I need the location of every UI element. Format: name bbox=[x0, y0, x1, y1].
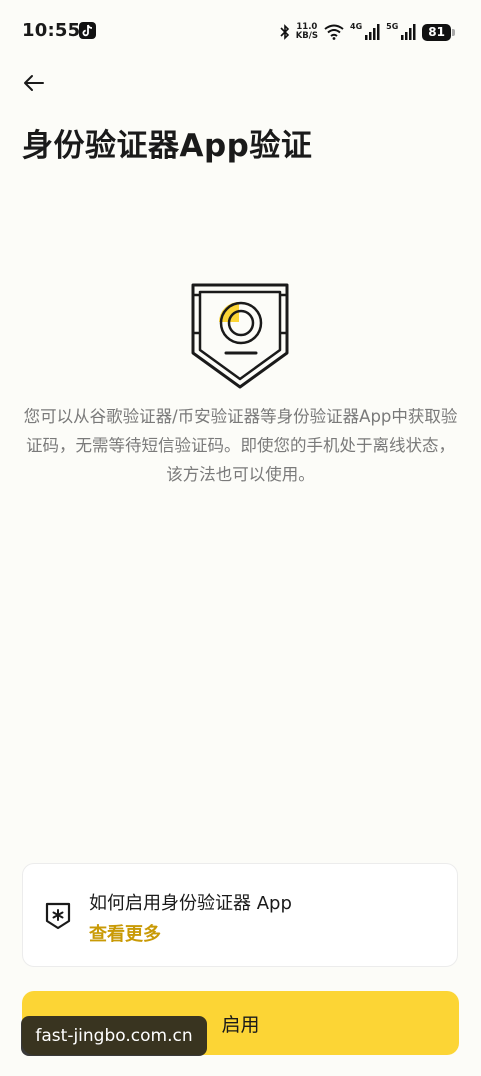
tiktok-icon bbox=[79, 22, 96, 39]
signal-1-icon bbox=[365, 24, 380, 40]
description-text: 您可以从谷歌验证器/币安验证器等身份验证器App中获取验证码，无需等待短信验证码… bbox=[23, 407, 458, 484]
battery-indicator: 81 bbox=[422, 23, 455, 41]
watermark-overlay: fast-jingbo.com.cn bbox=[21, 1016, 207, 1056]
status-time: 10:55 bbox=[22, 20, 81, 41]
signal-2-icon bbox=[401, 24, 416, 40]
page-title: 身份验证器App验证 bbox=[22, 128, 313, 164]
network-speed: 11.0 KB/S bbox=[295, 22, 319, 41]
view-more-link[interactable]: 查看更多 bbox=[89, 920, 161, 946]
status-bar: 10:55 11.0 KB/S 4G 5G 81 bbox=[0, 0, 481, 62]
signal-2-type: 5G bbox=[386, 21, 399, 31]
arrow-left-icon bbox=[24, 75, 44, 91]
authenticator-shield-small-icon bbox=[45, 902, 71, 930]
card-title: 如何启用身份验证器 App bbox=[89, 893, 292, 914]
bluetooth-icon bbox=[280, 24, 289, 40]
status-icons: 11.0 KB/S 4G 5G 81 bbox=[280, 20, 455, 44]
authenticator-shield-icon bbox=[191, 283, 289, 389]
how-to-enable-card[interactable]: 如何启用身份验证器 App 查看更多 bbox=[22, 863, 458, 967]
back-button[interactable] bbox=[18, 68, 50, 98]
wifi-icon bbox=[324, 24, 344, 40]
signal-1-type: 4G bbox=[350, 21, 363, 31]
